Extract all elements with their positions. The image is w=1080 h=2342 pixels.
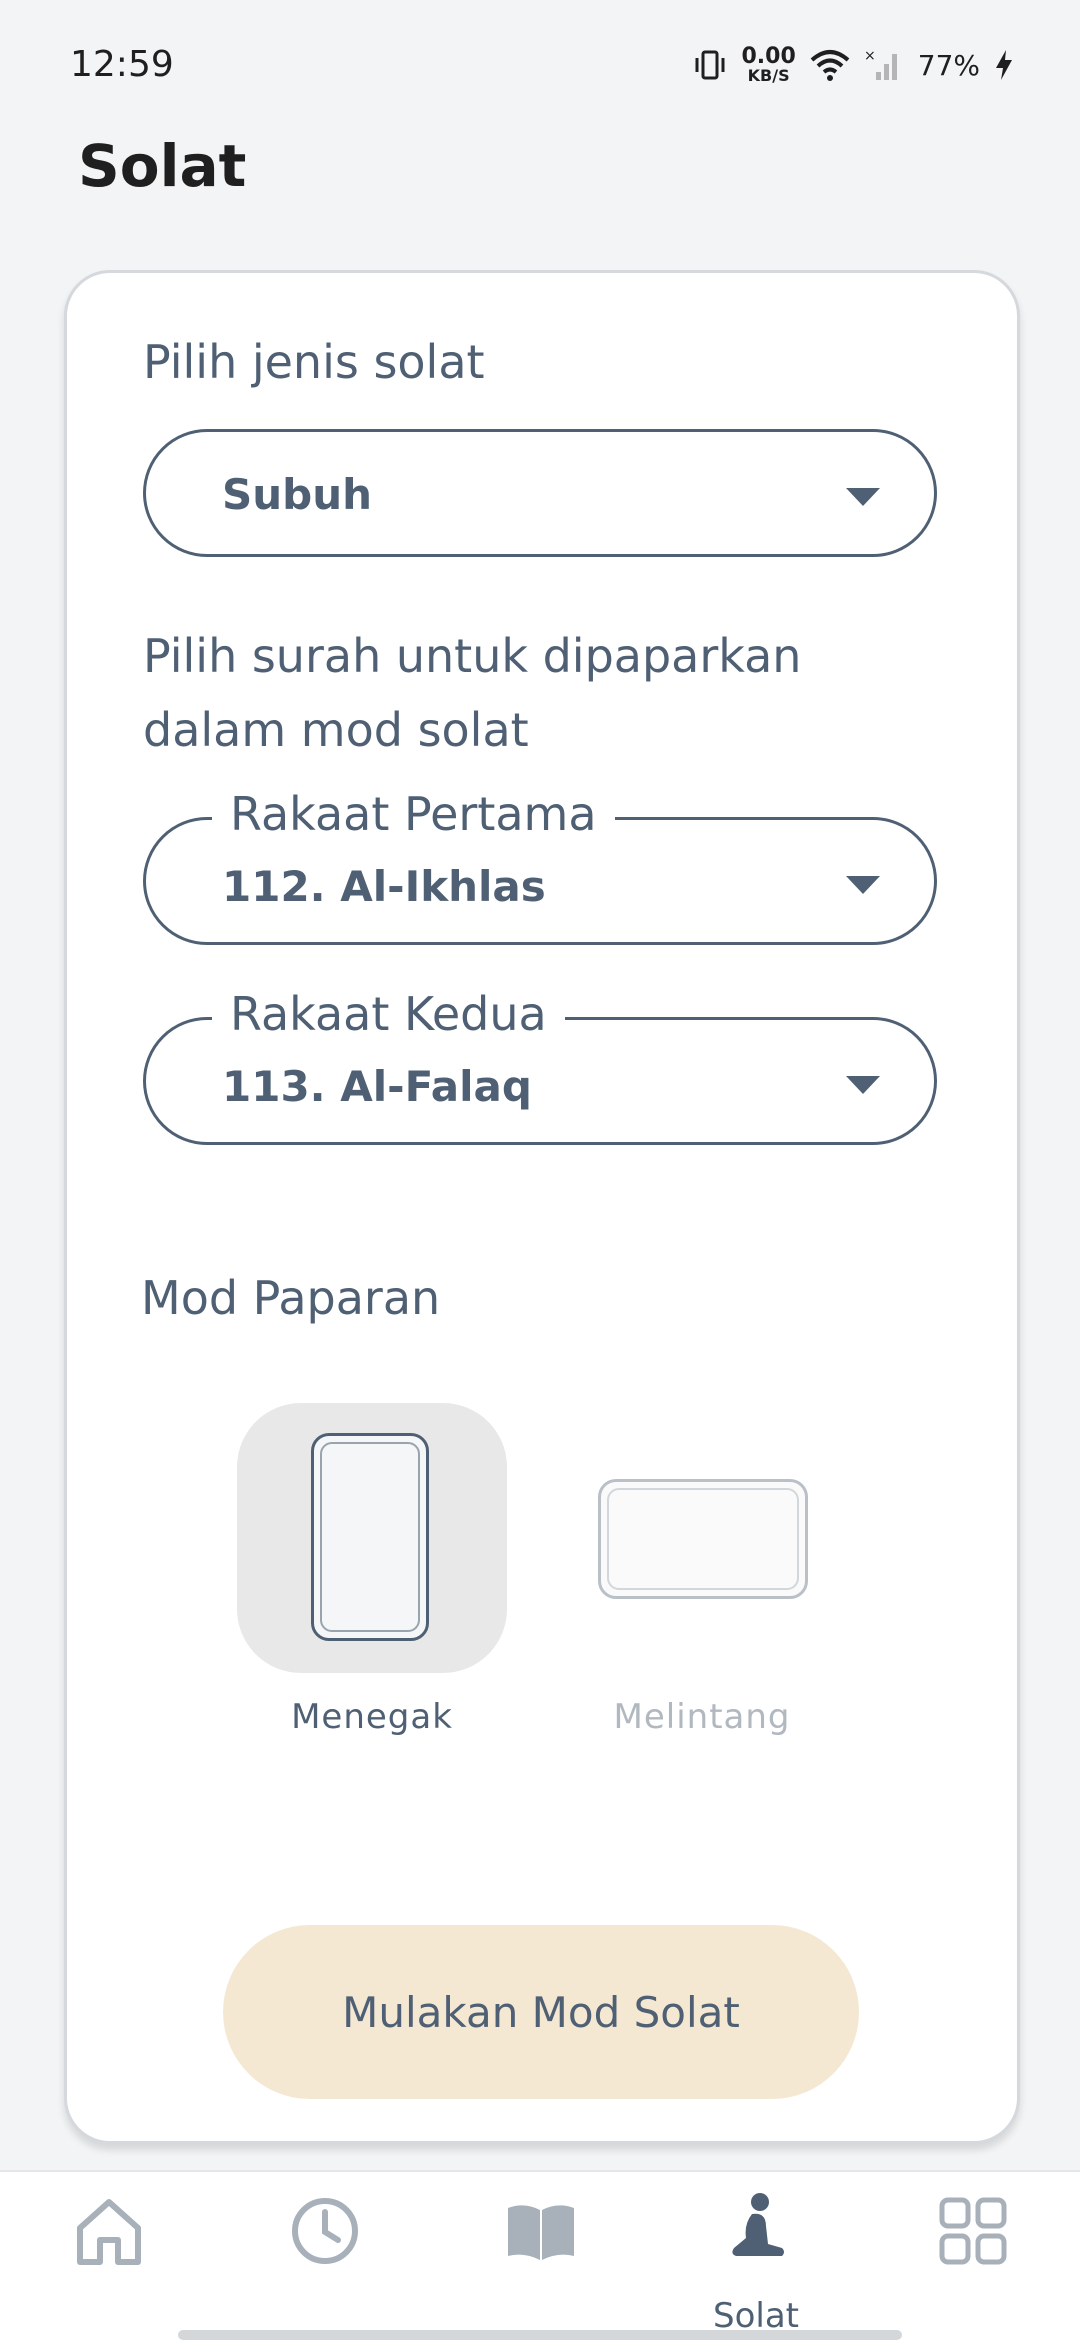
- home-icon: [77, 2199, 141, 2265]
- signal-icon: ×: [864, 48, 897, 80]
- status-bar: 12:59 0.00 KB/S × 77%: [0, 0, 1080, 130]
- first-rakaat-value: 112. Al-Ikhlas: [222, 862, 546, 911]
- surah-label-line2: dalam mod solat: [143, 703, 529, 757]
- chevron-down-icon: [846, 1076, 880, 1094]
- book-icon: [508, 2205, 574, 2260]
- nav-item-quran[interactable]: [432, 2172, 648, 2342]
- home-indicator: [178, 2330, 902, 2340]
- prayer-icon: [732, 2193, 784, 2256]
- net-speed-unit: KB/S: [747, 66, 790, 85]
- display-mode-landscape[interactable]: Melintang: [567, 1403, 837, 1737]
- prayer-type-value: Subuh: [222, 470, 373, 519]
- nav-item-times[interactable]: [216, 2172, 432, 2342]
- wifi-icon: [810, 50, 850, 81]
- battery-level: 77%: [917, 48, 980, 82]
- portrait-option-box: [237, 1403, 507, 1673]
- second-rakaat-label: Rakaat Kedua: [212, 978, 565, 1052]
- page-title: Solat: [78, 132, 247, 200]
- chevron-down-icon: [846, 488, 880, 506]
- status-icons: 0.00 KB/S × 77%: [693, 46, 1014, 84]
- nav-item-solat[interactable]: Solat: [648, 2172, 864, 2342]
- net-speed-value: 0.00: [741, 44, 796, 69]
- clock-icon: [292, 2198, 358, 2264]
- prayer-type-select[interactable]: Subuh: [143, 429, 937, 557]
- nav-item-home[interactable]: [0, 2172, 216, 2342]
- net-speed: 0.00 KB/S: [741, 46, 795, 84]
- chevron-down-icon: [846, 876, 880, 894]
- charging-icon: [996, 50, 1012, 80]
- landscape-option-label: Melintang: [613, 1697, 791, 1737]
- second-rakaat-value: 113. Al-Falaq: [222, 1062, 532, 1111]
- bottom-nav: Solat: [0, 2170, 1080, 2342]
- start-prayer-mode-button[interactable]: Mulakan Mod Solat: [223, 1925, 859, 2099]
- display-mode-portrait[interactable]: Menegak: [237, 1403, 507, 1737]
- landscape-option-box: [567, 1403, 837, 1673]
- grid-icon: [939, 2197, 1007, 2265]
- status-time: 12:59: [70, 44, 174, 85]
- first-rakaat-select[interactable]: Rakaat Pertama 112. Al-Ikhlas: [143, 778, 937, 945]
- second-rakaat-select[interactable]: Rakaat Kedua 113. Al-Falaq: [143, 978, 937, 1145]
- vibrate-icon: [695, 50, 725, 80]
- prayer-type-label: Pilih jenis solat: [143, 335, 485, 389]
- surah-label-line1: Pilih surah untuk dipaparkan: [143, 629, 802, 683]
- landscape-phone-icon: [598, 1479, 808, 1599]
- nav-item-menu[interactable]: [864, 2172, 1080, 2342]
- portrait-option-label: Menegak: [291, 1697, 453, 1737]
- first-rakaat-label: Rakaat Pertama: [212, 778, 615, 852]
- display-mode-label: Mod Paparan: [141, 1271, 441, 1325]
- portrait-phone-icon: [311, 1433, 429, 1641]
- prayer-settings-card: Pilih jenis solat Subuh Pilih surah untu…: [64, 270, 1020, 2144]
- svg-text:×: ×: [864, 48, 876, 64]
